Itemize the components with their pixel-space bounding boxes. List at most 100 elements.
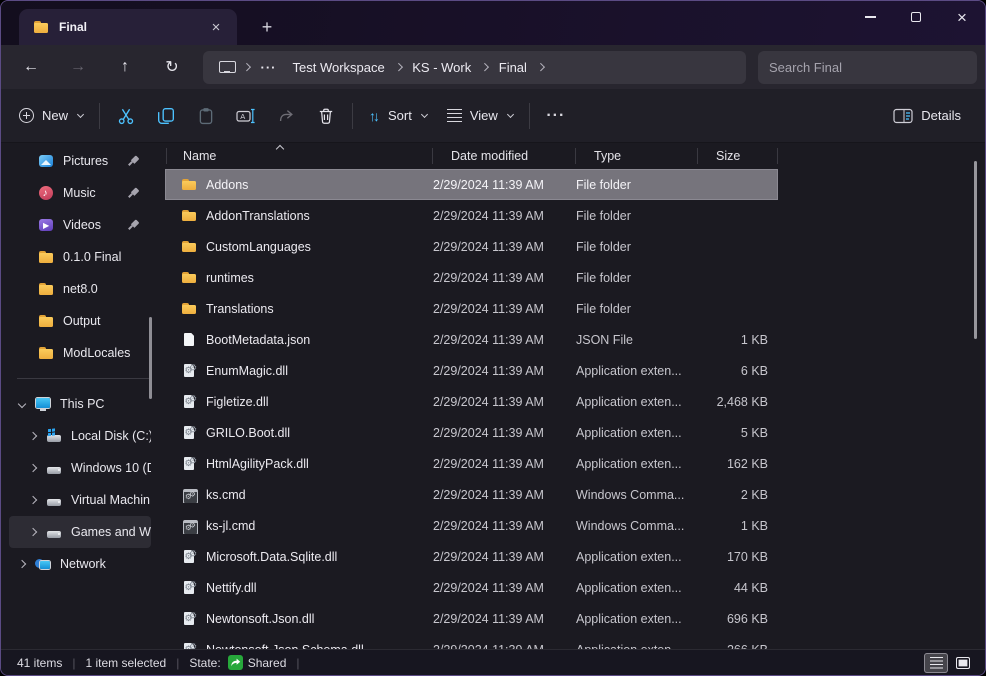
- videos-icon: [38, 217, 54, 233]
- sidebar-item-modlocales[interactable]: ModLocales: [9, 337, 151, 369]
- details-view-button[interactable]: [924, 653, 948, 673]
- copy-button[interactable]: [146, 97, 186, 135]
- file-date-modified: 2/29/2024 11:39 AM: [433, 581, 576, 595]
- refresh-button[interactable]: ↻: [155, 50, 189, 84]
- minimize-button[interactable]: [847, 1, 893, 33]
- file-type: Application exten...: [576, 426, 698, 440]
- delete-button[interactable]: [306, 97, 346, 135]
- breadcrumb-item-test-workspace[interactable]: Test Workspace: [285, 56, 393, 79]
- file-explorer-window: Final × + × ← → ↑ ↻ ··· Test Workspace K…: [0, 0, 986, 676]
- file-row-microsoft-data-sqlite-dll[interactable]: Microsoft.Data.Sqlite.dll2/29/2024 11:39…: [165, 541, 778, 572]
- chevron-right-icon[interactable]: [26, 465, 40, 471]
- sidebar-item-games-and-wo[interactable]: Games and Wo: [9, 516, 151, 548]
- sidebar-item-windows-10-d[interactable]: Windows 10 (D: [9, 452, 151, 484]
- close-button[interactable]: ×: [939, 1, 985, 33]
- file-row-newtonsoft-json-schema-dll[interactable]: Newtonsoft.Json.Schema.dll2/29/2024 11:3…: [165, 634, 778, 649]
- file-size: 44 KB: [698, 581, 778, 595]
- sidebar-item-network[interactable]: Network: [9, 548, 151, 580]
- sort-button[interactable]: ↑↓ Sort: [359, 97, 437, 135]
- sidebar-item-videos[interactable]: Videos: [9, 209, 151, 241]
- file-row-nettify-dll[interactable]: Nettify.dll2/29/2024 11:39 AMApplication…: [165, 572, 778, 603]
- file-row-newtonsoft-json-dll[interactable]: Newtonsoft.Json.dll2/29/2024 11:39 AMApp…: [165, 603, 778, 634]
- share-button[interactable]: [266, 97, 306, 135]
- sidebar-item-net8-0[interactable]: net8.0: [9, 273, 151, 305]
- file-row-enummagic-dll[interactable]: EnumMagic.dll2/29/2024 11:39 AMApplicati…: [165, 355, 778, 386]
- tab-close-icon[interactable]: ×: [205, 16, 227, 38]
- chevron-down-icon[interactable]: [15, 401, 29, 407]
- sidebar-item-virtual-machin[interactable]: Virtual Machin: [9, 484, 151, 516]
- file-row-translations[interactable]: Translations2/29/2024 11:39 AMFile folde…: [165, 293, 778, 324]
- share-icon: [277, 107, 295, 125]
- column-header-type[interactable]: Type: [576, 143, 698, 169]
- column-header-date-modified[interactable]: Date modified: [433, 143, 576, 169]
- selection-count: 1 item selected: [85, 656, 166, 670]
- file-row-figletize-dll[interactable]: Figletize.dll2/29/2024 11:39 AMApplicati…: [165, 386, 778, 417]
- cut-button[interactable]: [106, 97, 146, 135]
- view-button[interactable]: View: [437, 97, 523, 135]
- up-button[interactable]: ↑: [108, 50, 142, 84]
- breadcrumb-item-final[interactable]: Final: [491, 56, 535, 79]
- column-header-name[interactable]: Name: [165, 143, 433, 169]
- new-button[interactable]: New: [9, 97, 93, 135]
- breadcrumb-chevron-icon[interactable]: [537, 63, 545, 71]
- sidebar-item-pictures[interactable]: Pictures: [9, 145, 151, 177]
- sidebar-item-output[interactable]: Output: [9, 305, 151, 337]
- forward-icon: →: [70, 58, 86, 76]
- sidebar-scrollbar[interactable]: [149, 317, 152, 399]
- file-row-addons[interactable]: Addons2/29/2024 11:39 AMFile folder: [165, 169, 778, 200]
- file-name: GRILO.Boot.dll: [206, 426, 290, 440]
- dll-icon: [181, 425, 197, 441]
- chevron-right-icon[interactable]: [15, 561, 29, 567]
- chevron-right-icon[interactable]: [26, 497, 40, 503]
- search-input[interactable]: [758, 60, 977, 75]
- paste-button[interactable]: [186, 97, 226, 135]
- command-toolbar: New A ↑↓ Sort View: [1, 89, 985, 143]
- file-date-modified: 2/29/2024 11:39 AM: [433, 240, 576, 254]
- dll-icon: [181, 642, 197, 650]
- file-row-runtimes[interactable]: runtimes2/29/2024 11:39 AMFile folder: [165, 262, 778, 293]
- breadcrumb-chevron-icon[interactable]: [481, 63, 489, 71]
- breadcrumb-chevron-icon[interactable]: [243, 63, 251, 71]
- chevron-right-icon[interactable]: [26, 433, 40, 439]
- file-type: File folder: [576, 302, 698, 316]
- forward-button[interactable]: →: [61, 50, 95, 84]
- folder-icon: [181, 177, 197, 193]
- rename-button[interactable]: A: [226, 97, 266, 135]
- sidebar-item-0-1-0-final[interactable]: 0.1.0 Final: [9, 241, 151, 273]
- sidebar-item-this-pc[interactable]: This PC: [9, 388, 151, 420]
- breadcrumb-chevron-icon[interactable]: [395, 63, 403, 71]
- this-pc-breadcrumb-icon[interactable]: [219, 61, 235, 74]
- column-header-size[interactable]: Size: [698, 143, 778, 169]
- file-list-scrollbar[interactable]: [974, 161, 977, 339]
- maximize-button[interactable]: [893, 1, 939, 33]
- details-button-label: Details: [921, 108, 961, 123]
- paste-icon: [197, 107, 215, 125]
- dll-icon: [181, 580, 197, 596]
- file-row-ks-cmd[interactable]: ks.cmd2/29/2024 11:39 AMWindows Comma...…: [165, 479, 778, 510]
- chevron-right-icon[interactable]: [26, 529, 40, 535]
- new-tab-button[interactable]: +: [251, 11, 283, 43]
- maximize-icon: [911, 12, 921, 22]
- sidebar-item-local-disk-c[interactable]: Local Disk (C:): [9, 420, 151, 452]
- details-pane-button[interactable]: Details: [883, 97, 971, 135]
- cmd-icon: [181, 487, 197, 503]
- file-type: Application exten...: [576, 550, 698, 564]
- file-row-customlanguages[interactable]: CustomLanguages2/29/2024 11:39 AMFile fo…: [165, 231, 778, 262]
- dll-icon: [181, 611, 197, 627]
- breadcrumb-item-ks-work[interactable]: KS - Work: [404, 56, 479, 79]
- file-list: Name Date modified Type Size Addons2/29/…: [165, 143, 985, 649]
- explorer-tab-final[interactable]: Final ×: [19, 9, 237, 45]
- file-row-ks-jl-cmd[interactable]: ks-jl.cmd2/29/2024 11:39 AMWindows Comma…: [165, 510, 778, 541]
- sidebar-item-music[interactable]: Music: [9, 177, 151, 209]
- more-options-button[interactable]: ···: [536, 97, 576, 135]
- file-row-htmlagilitypack-dll[interactable]: HtmlAgilityPack.dll2/29/2024 11:39 AMApp…: [165, 448, 778, 479]
- breadcrumb-overflow-button[interactable]: ···: [253, 58, 285, 77]
- large-icons-view-button[interactable]: [951, 653, 975, 673]
- file-row-addontranslations[interactable]: AddonTranslations2/29/2024 11:39 AMFile …: [165, 200, 778, 231]
- back-button[interactable]: ←: [14, 50, 48, 84]
- folder-icon: [38, 313, 54, 329]
- file-row-bootmetadata-json[interactable]: BootMetadata.json2/29/2024 11:39 AMJSON …: [165, 324, 778, 355]
- file-row-grilo-boot-dll[interactable]: GRILO.Boot.dll2/29/2024 11:39 AMApplicat…: [165, 417, 778, 448]
- file-name: Newtonsoft.Json.Schema.dll: [206, 643, 364, 650]
- folder-icon: [181, 208, 197, 224]
